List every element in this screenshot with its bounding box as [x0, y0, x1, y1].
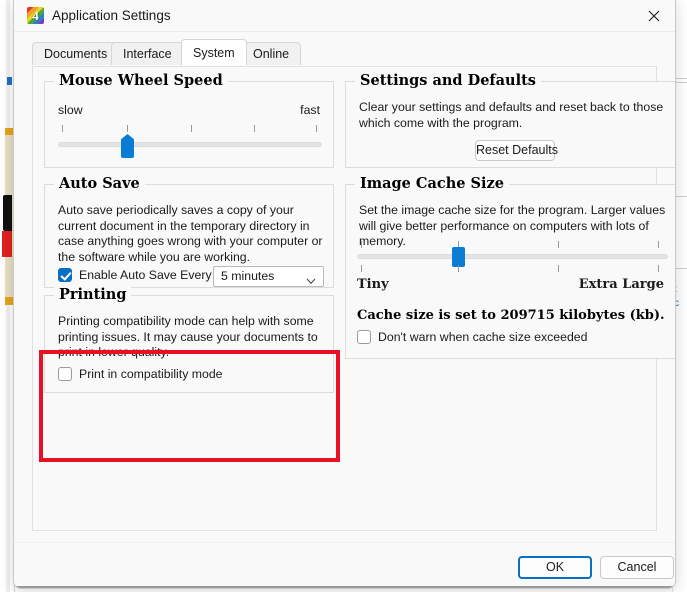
image-cache-slider-thumb[interactable]	[452, 247, 465, 267]
slider-tick	[458, 265, 459, 272]
slider-tick	[316, 125, 317, 132]
mouse-wheel-max-label: fast	[300, 103, 320, 117]
dont-warn-cache-label: Don't warn when cache size exceeded	[378, 330, 588, 344]
cache-size-status-text: Cache size is set to 209715 kilobytes (k…	[357, 308, 665, 323]
group-mouse-wheel-speed: Mouse Wheel Speed slow fast	[44, 72, 334, 168]
footer-divider	[14, 542, 675, 543]
group-title-auto-save: Auto Save	[54, 175, 145, 192]
close-icon	[648, 10, 660, 21]
auto-save-description: Auto save periodically saves a copy of y…	[58, 203, 323, 264]
group-title-printing: Printing	[54, 286, 132, 303]
tab-interface[interactable]: Interface	[111, 42, 184, 65]
print-compatibility-label: Print in compatibility mode	[79, 367, 223, 381]
group-settings-and-defaults: Settings and Defaults Clear your setting…	[345, 72, 675, 168]
enable-auto-save-label: Enable Auto Save Every	[79, 268, 212, 282]
dialog-bottom-edge	[14, 586, 675, 588]
mouse-wheel-min-label: slow	[58, 103, 83, 117]
image-cache-slider-track[interactable]	[357, 254, 668, 259]
slider-tick	[254, 125, 255, 132]
tab-online[interactable]: Online	[241, 42, 302, 65]
image-cache-min-label: Tiny	[357, 277, 389, 292]
checkbox-indicator[interactable]	[58, 367, 72, 381]
close-button[interactable]	[633, 0, 675, 31]
image-cache-max-label: Extra Large	[578, 277, 664, 292]
group-title-settings-and-defaults: Settings and Defaults	[355, 72, 541, 89]
printing-description: Printing compatibility mode can help wit…	[58, 314, 318, 359]
background-shape-dark	[3, 195, 12, 231]
titlebar: 4 Application Settings	[14, 0, 675, 32]
tab-system[interactable]: System	[181, 39, 247, 65]
dont-warn-cache-checkbox[interactable]: Don't warn when cache size exceeded	[357, 330, 587, 344]
checkbox-indicator[interactable]	[58, 268, 72, 282]
slider-tick	[658, 241, 659, 248]
cancel-button[interactable]: Cancel	[600, 556, 674, 579]
group-title-image-cache-size: Image Cache Size	[355, 175, 509, 192]
tab-strip: Documents Interface System Online	[14, 39, 675, 65]
window-title: Application Settings	[52, 8, 171, 23]
settings-defaults-description: Clear your settings and defaults and res…	[359, 100, 664, 130]
auto-save-interval-value: 5 minutes	[221, 269, 275, 283]
mouse-wheel-slider[interactable]	[58, 125, 322, 158]
mouse-wheel-slider-track[interactable]	[58, 142, 322, 147]
print-compatibility-checkbox[interactable]: Print in compatibility mode	[58, 367, 223, 381]
background-accent-blue	[7, 77, 12, 85]
slider-tick	[127, 125, 128, 132]
group-image-cache-size: Image Cache Size Set the image cache siz…	[345, 175, 675, 359]
image-cache-slider[interactable]	[357, 241, 668, 272]
group-printing: Printing Printing compatibility mode can…	[44, 286, 334, 393]
app-logo-icon: 4	[27, 7, 44, 24]
mouse-wheel-slider-thumb[interactable]	[121, 134, 134, 158]
settings-panel: Mouse Wheel Speed slow fast Auto Save Au…	[32, 66, 675, 531]
group-title-mouse-wheel-speed: Mouse Wheel Speed	[54, 72, 228, 89]
auto-save-interval-select[interactable]: 5 minutes	[213, 266, 324, 287]
slider-tick	[191, 125, 192, 132]
application-settings-dialog: 4 Application Settings Documents Interfa…	[13, 0, 676, 589]
enable-auto-save-checkbox[interactable]: Enable Auto Save Every	[58, 268, 212, 282]
slider-tick	[361, 241, 362, 248]
reset-defaults-button[interactable]: Reset Defaults	[475, 140, 558, 161]
slider-tick	[62, 125, 63, 132]
slider-tick	[361, 265, 362, 272]
group-auto-save: Auto Save Auto save periodically saves a…	[44, 175, 334, 288]
chevron-down-icon	[306, 272, 316, 291]
ok-button[interactable]: OK	[518, 556, 592, 579]
slider-tick	[658, 265, 659, 272]
slider-tick	[558, 241, 559, 248]
background-shape-red	[2, 231, 12, 257]
tab-documents[interactable]: Documents	[32, 42, 120, 65]
slider-tick	[558, 265, 559, 272]
checkbox-indicator[interactable]	[357, 330, 371, 344]
